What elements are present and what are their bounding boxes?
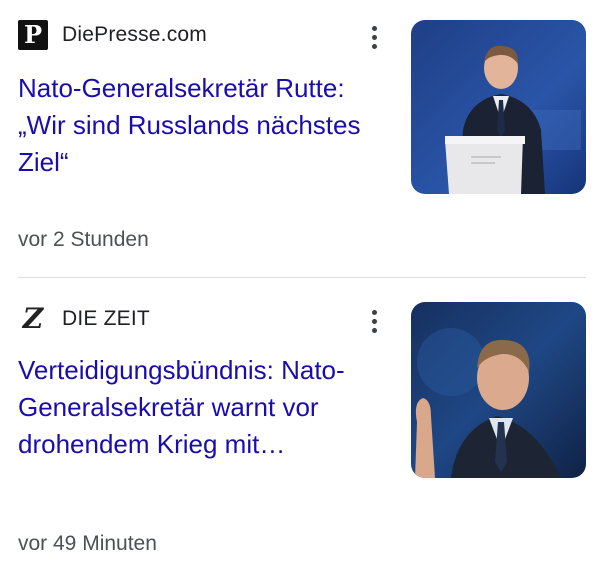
thumbnail-image (411, 20, 586, 194)
more-options-button[interactable] (362, 304, 386, 338)
news-thumbnail[interactable] (411, 20, 586, 194)
news-headline-link[interactable]: Verteidigungsbündnis: Nato-Generalsekret… (18, 352, 403, 463)
published-time: vor 49 Minuten (18, 532, 157, 555)
news-thumbnail[interactable] (411, 302, 586, 478)
source-name: DIE ZEIT (62, 307, 150, 330)
more-vert-icon (371, 25, 377, 31)
news-headline-link[interactable]: Nato-Generalsekretär Rutte: „Wir sind Ru… (18, 70, 398, 181)
news-card[interactable]: P DiePresse.com Nato-Generalsekretär Rut… (0, 0, 599, 276)
thumbnail-image (411, 302, 586, 478)
card-divider (18, 277, 586, 278)
news-source[interactable]: Z DIE ZEIT (18, 304, 150, 334)
die-zeit-logo: Z (22, 302, 44, 335)
more-vert-icon (371, 309, 377, 315)
news-card[interactable]: Z DIE ZEIT Verteidigungsbündnis: Nato-Ge… (0, 280, 599, 580)
published-time: vor 2 Stunden (18, 228, 149, 251)
diepresse-logo: P (18, 20, 48, 50)
source-name: DiePresse.com (62, 23, 207, 46)
more-options-button[interactable] (362, 20, 386, 54)
news-source[interactable]: P DiePresse.com (18, 20, 207, 50)
